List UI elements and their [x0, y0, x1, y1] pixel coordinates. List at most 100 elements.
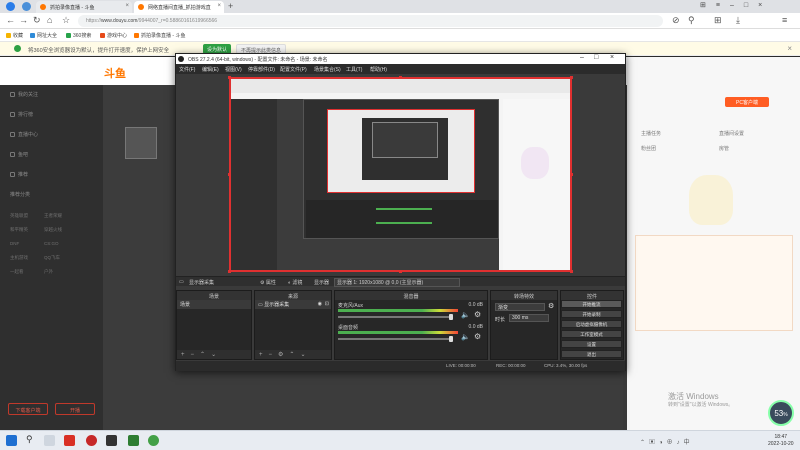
nav-item[interactable]: 排行榜 [10, 111, 33, 118]
resize-handle[interactable] [228, 173, 231, 176]
resize-handle[interactable] [228, 76, 231, 79]
bookmark-item[interactable]: 游戏中心 [100, 32, 127, 39]
site-logo[interactable]: 斗鱼 [104, 65, 126, 81]
menu-file[interactable]: 文件(F) [179, 66, 195, 73]
download-icon[interactable]: ⤓ [736, 15, 740, 26]
nav-item[interactable]: 鱼吧 [10, 151, 28, 158]
home-icon[interactable]: ⌂ [47, 15, 52, 25]
move-up-icon[interactable]: ⌃ [200, 352, 205, 358]
close-tab-icon[interactable]: × [217, 3, 221, 9]
streamer-avatar[interactable] [125, 127, 157, 159]
refresh-icon[interactable]: ↻ [33, 15, 41, 26]
extensions-icon[interactable]: ⊞ [714, 15, 722, 26]
speed-widget[interactable]: 53% [768, 400, 794, 426]
url-input[interactable]: https://www.douyu.com/9944007_r=0.588601… [78, 15, 663, 27]
pc-client-button[interactable]: PC客户端 [725, 97, 769, 107]
volume-slider[interactable] [338, 314, 453, 320]
category-link[interactable]: 英雄联盟 [10, 213, 28, 219]
task-view-icon[interactable] [44, 435, 55, 446]
gear-icon[interactable]: ⚙ [548, 302, 554, 310]
category-link[interactable]: 户外 [44, 269, 53, 275]
speed-icon[interactable]: ⊘ [672, 15, 680, 26]
menu-tools[interactable]: 工具(T) [346, 66, 362, 73]
start-streaming-button[interactable]: 开始推流 [561, 300, 622, 308]
category-link[interactable]: 和平精英 [10, 227, 28, 233]
room-admin-button[interactable]: 房管 [719, 143, 729, 153]
minimize-button[interactable]: – [580, 54, 584, 61]
slider-handle[interactable] [449, 314, 453, 320]
new-tab-button[interactable]: + [228, 1, 233, 11]
bookmark-item[interactable]: 抓拍录像直播 - 斗鱼 [134, 32, 185, 39]
nav-item[interactable]: 我的关注 [10, 91, 38, 98]
speaker-icon[interactable]: 🔈 [461, 311, 470, 319]
resize-handle[interactable] [570, 76, 573, 79]
move-down-icon[interactable]: ⌄ [211, 352, 216, 358]
start-icon[interactable] [6, 435, 17, 446]
resize-handle[interactable] [399, 270, 402, 273]
maximize-button[interactable]: □ [594, 54, 598, 61]
wps-icon[interactable] [64, 435, 75, 446]
tray-icons[interactable]: ⌃▣◑⊕♪中 [640, 437, 694, 446]
fan-group-button[interactable]: 粉丝团 [641, 143, 656, 153]
lock-icon[interactable]: ⊡ [325, 301, 329, 307]
gear-icon[interactable]: ⚙ [474, 332, 481, 341]
transition-select[interactable]: 渐变 [495, 303, 545, 311]
download-client-button[interactable]: 下载客户端 [8, 403, 48, 415]
category-link[interactable]: 主机游戏 [10, 255, 28, 261]
search-icon[interactable]: ⚲ [26, 434, 37, 445]
app-icon[interactable] [86, 435, 97, 446]
app-icon[interactable] [128, 435, 139, 446]
bookmark-item[interactable]: 收藏 [6, 32, 23, 39]
move-down-icon[interactable]: ⌄ [300, 352, 305, 358]
system-clock[interactable]: 18:47 2022-10-20 [768, 434, 794, 448]
close-button[interactable]: × [610, 54, 614, 61]
scene-item[interactable]: 场景 [177, 300, 251, 309]
close-tab-icon[interactable]: × [125, 3, 129, 9]
resize-handle[interactable] [570, 270, 573, 273]
menu-docks[interactable]: 停靠部件(D) [248, 66, 275, 73]
menu-icon[interactable]: ≡ [782, 15, 787, 25]
tab-douyu-2[interactable]: 网络直播间直播_抓拍游戏直 × [134, 1, 224, 13]
menu-edit[interactable]: 编辑(E) [202, 66, 219, 73]
display-select[interactable]: 显示器 1: 1920x1080 @ 0,0 (主显示器) [334, 278, 460, 287]
start-recording-button[interactable]: 开始录制 [561, 310, 622, 318]
bookmark-item[interactable]: 360搜索 [66, 32, 91, 39]
category-link[interactable]: CS:GO [44, 241, 59, 246]
start-live-button[interactable]: 开播 [55, 403, 95, 415]
slider-handle[interactable] [449, 336, 453, 342]
menu-scene-collection[interactable]: 场景集合(S) [314, 66, 341, 73]
gear-icon[interactable]: ⚙ [474, 310, 481, 319]
menu-profile[interactable]: 配置文件(P) [280, 66, 307, 73]
forward-icon[interactable]: → [19, 15, 28, 25]
move-up-icon[interactable]: ⌃ [289, 352, 294, 358]
add-scene-button[interactable]: + [181, 352, 185, 358]
translate-icon[interactable]: ⚲ [688, 15, 695, 26]
back-icon[interactable]: ← [6, 15, 15, 25]
resize-handle[interactable] [399, 76, 402, 79]
source-item[interactable]: ▭ 显示器采集 ◉ ⊡ [255, 300, 331, 309]
settings-button[interactable]: 设置 [561, 340, 622, 348]
nav-item[interactable]: 直播中心 [10, 131, 38, 138]
category-link[interactable]: 穿越火线 [44, 227, 62, 233]
volume-slider[interactable] [338, 336, 453, 342]
add-source-button[interactable]: + [259, 352, 263, 358]
category-link[interactable]: DNF [10, 241, 19, 246]
category-link[interactable]: QQ飞车 [44, 255, 60, 261]
visibility-icon[interactable]: ◉ [318, 301, 322, 307]
bookmark-item[interactable]: 网址大全 [30, 32, 57, 39]
app-icon[interactable] [106, 435, 117, 446]
tab-douyu-1[interactable]: 抓拍录像直播 - 斗鱼 × [36, 1, 132, 13]
exit-button[interactable]: 退出 [561, 350, 622, 358]
gear-icon[interactable]: ⚙ [278, 352, 283, 358]
app-icon[interactable] [148, 435, 159, 446]
studio-mode-button[interactable]: 工作室模式 [561, 330, 622, 338]
star-icon[interactable]: ☆ [62, 15, 70, 26]
speaker-icon[interactable]: 🔈 [461, 333, 470, 341]
browser-logo-icon[interactable] [6, 2, 15, 11]
menu-help[interactable]: 帮助(H) [370, 66, 387, 73]
nav-item[interactable]: 推荐 [10, 171, 28, 178]
filters-button[interactable]: ◐ 滤镜 [288, 279, 302, 286]
start-virtual-camera-button[interactable]: 启动虚拟摄像机 [561, 320, 622, 328]
resize-handle[interactable] [228, 270, 231, 273]
resize-handle[interactable] [570, 173, 573, 176]
